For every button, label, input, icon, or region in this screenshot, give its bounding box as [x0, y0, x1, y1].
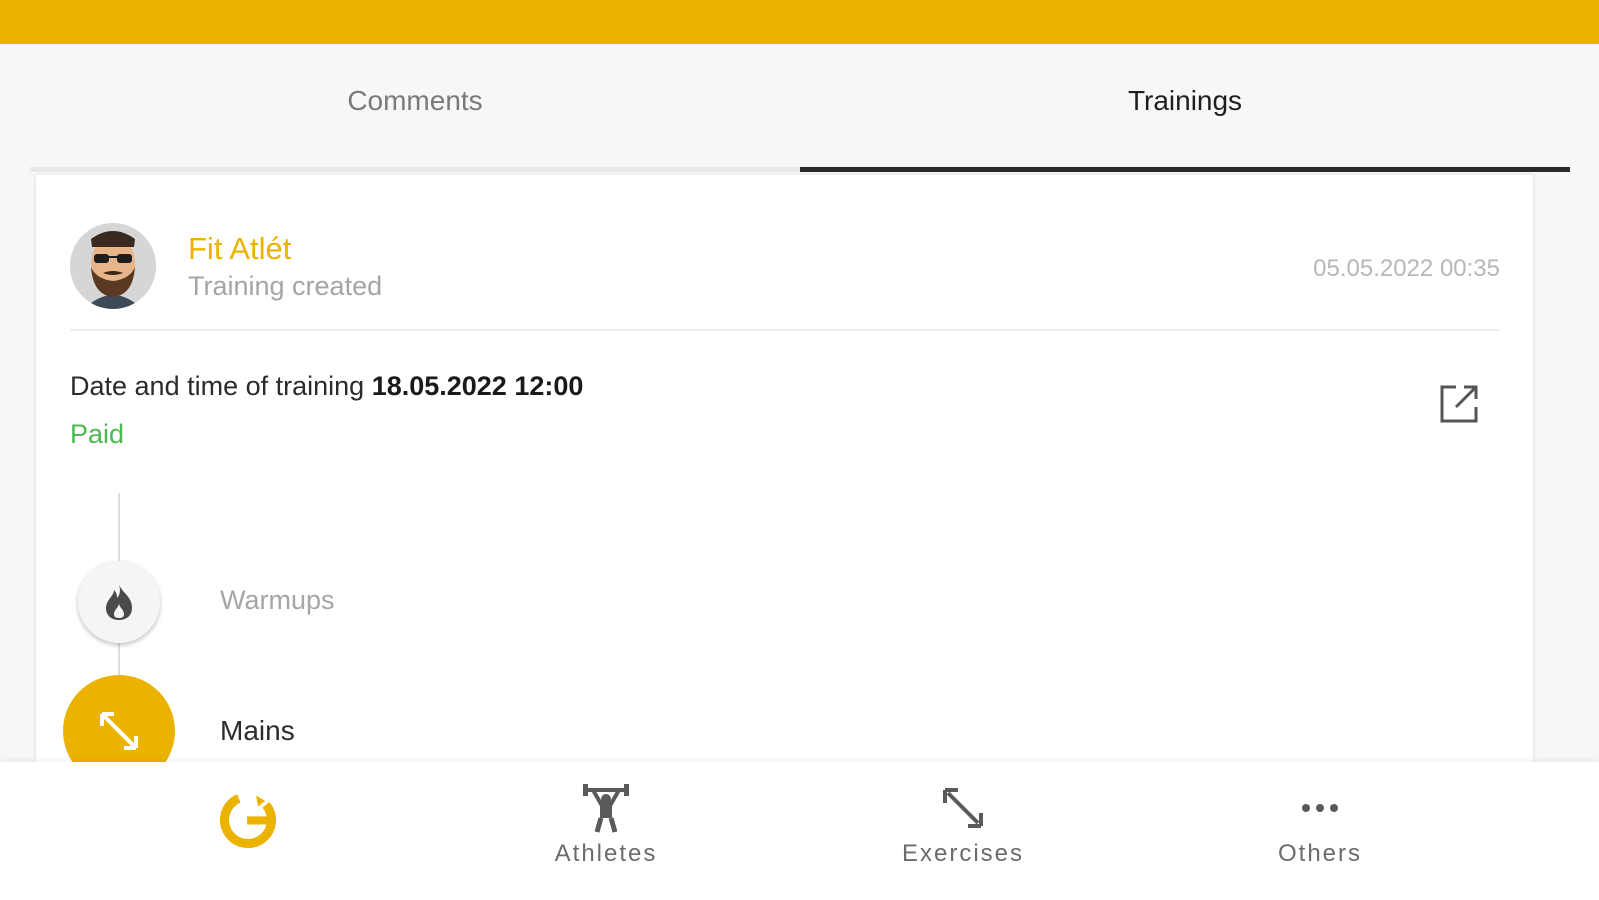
activity-subtitle: Training created — [188, 271, 383, 301]
card-header: Fit Atlét Training created 05.05.2022 00… — [70, 223, 1500, 331]
weightlifter-icon — [583, 784, 629, 833]
training-date-label: Date and time of training — [70, 371, 365, 401]
more-dots-icon — [1302, 804, 1338, 812]
open-external-icon[interactable] — [1436, 381, 1482, 427]
nav-exercises-label: Exercises — [901, 840, 1025, 867]
step-mains-label: Mains — [220, 715, 295, 746]
nav-athletes[interactable]: Athletes — [506, 780, 706, 880]
flame-icon — [106, 584, 132, 620]
nav-others[interactable]: Others — [1220, 780, 1420, 880]
payment-status: Paid — [70, 419, 125, 449]
nav-home[interactable] — [148, 780, 348, 880]
top-app-bar — [0, 0, 1599, 44]
avatar-image — [70, 223, 156, 309]
user-name[interactable]: Fit Atlét — [188, 231, 291, 267]
step-warmups-label: Warmups — [220, 585, 335, 615]
step-warmups[interactable] — [78, 561, 160, 643]
avatar — [70, 223, 156, 309]
training-card: Fit Atlét Training created 05.05.2022 00… — [36, 175, 1533, 785]
tab-comments[interactable]: Comments — [30, 44, 800, 172]
activity-timestamp: 05.05.2022 00:35 — [1313, 255, 1500, 282]
tab-trainings[interactable]: Trainings — [800, 44, 1570, 172]
training-date-line: Date and time of training 18.05.2022 12:… — [70, 371, 583, 402]
nav-athletes-label: Athletes — [554, 840, 658, 867]
nav-others-label: Others — [1277, 840, 1363, 867]
expand-arrows-icon — [100, 712, 138, 750]
tab-bar: Comments Trainings — [30, 44, 1570, 172]
nav-exercises[interactable]: Exercises — [863, 780, 1063, 880]
bottom-navigation: Athletes Exercises Others — [0, 762, 1599, 900]
logo-icon — [220, 792, 276, 848]
training-date-value: 18.05.2022 12:00 — [371, 371, 584, 401]
expand-arrows-icon — [943, 788, 983, 828]
